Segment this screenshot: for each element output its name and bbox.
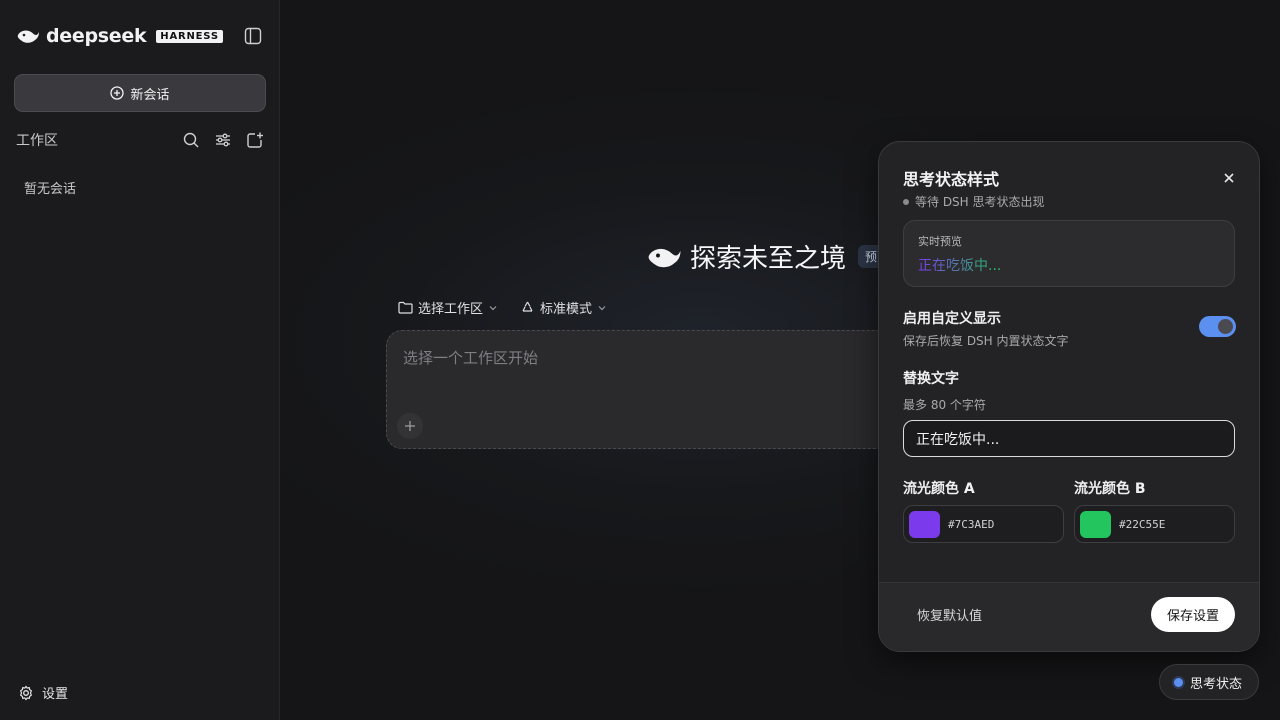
sidebar-toggle-icon[interactable]	[244, 27, 262, 45]
color-b-label: 流光颜色 B	[1074, 481, 1146, 497]
thinking-style-panel: 思考状态样式 等待 DSH 思考状态出现 实时预览 正在吃饭中... 启用自定义…	[878, 141, 1260, 652]
preview-text: 正在吃饭中...	[918, 255, 1001, 275]
recycle-icon	[522, 301, 533, 312]
custom-display-toggle[interactable]	[1199, 316, 1236, 337]
panel-status-text: 等待 DSH 思考状态出现	[915, 195, 1045, 209]
color-b-swatch[interactable]	[1080, 510, 1111, 538]
whale-logo-icon	[648, 248, 681, 267]
custom-display-title: 启用自定义显示	[903, 311, 1001, 327]
settings-button[interactable]: 设置	[18, 683, 68, 702]
search-icon[interactable]	[182, 131, 200, 149]
brand-name: deepseek	[46, 25, 147, 47]
status-dot	[903, 198, 909, 205]
chevron-down-icon	[598, 305, 606, 310]
workspace-select-label: 选择工作区	[418, 302, 484, 317]
hero-title: 探索未至之境	[690, 244, 847, 274]
panel-footer: 恢复默认值 保存设置	[879, 583, 1259, 651]
replace-text-input[interactable]	[903, 420, 1235, 457]
app-window: deepseek HARNESS 新会话 工作区 暂无会话 设置 探索未至之境 …	[0, 0, 1280, 720]
custom-display-desc: 保存后恢复 DSH 内置状态文字	[903, 334, 1069, 348]
reset-defaults-button[interactable]: 恢复默认值	[917, 605, 982, 624]
save-settings-button[interactable]: 保存设置	[1151, 597, 1235, 632]
mode-select[interactable]: 标准模式	[520, 298, 607, 317]
workspace-header: 工作区	[16, 128, 264, 152]
plus-icon	[405, 421, 415, 431]
new-folder-icon[interactable]	[246, 131, 264, 149]
hero: 探索未至之境 预览	[646, 238, 897, 275]
color-b-value: #22C55E	[1119, 517, 1166, 531]
toggle-knob	[1218, 319, 1233, 334]
live-preview-box: 实时预览 正在吃饭中...	[903, 220, 1235, 287]
preview-label: 实时预览	[918, 235, 962, 248]
color-b-field[interactable]: #22C55E	[1074, 505, 1235, 543]
new-chat-button[interactable]: 新会话	[14, 74, 266, 112]
brand-badge: HARNESS	[156, 29, 223, 43]
new-chat-label: 新会话	[130, 87, 170, 103]
attach-plus-button[interactable]	[397, 413, 423, 439]
gear-icon	[19, 685, 33, 700]
workspace-select[interactable]: 选择工作区	[398, 298, 498, 317]
color-a-swatch[interactable]	[909, 510, 940, 538]
replace-text-desc: 最多 80 个字符	[903, 398, 986, 412]
status-indicator-dot	[1174, 677, 1183, 687]
whale-logo-icon	[17, 30, 39, 43]
replace-text-title: 替换文字	[903, 371, 959, 387]
color-a-value: #7C3AED	[948, 517, 995, 531]
empty-sessions-text: 暂无会话	[24, 182, 77, 197]
panel-status: 等待 DSH 思考状态出现	[903, 193, 1045, 210]
brand: deepseek HARNESS	[16, 24, 223, 48]
composer-input[interactable]: 选择一个工作区开始	[403, 347, 538, 368]
mode-select-label: 标准模式	[540, 302, 593, 317]
thinking-status-label: 思考状态	[1190, 676, 1243, 692]
plus-circle-icon	[110, 86, 125, 100]
thinking-status-button[interactable]: 思考状态	[1159, 664, 1259, 700]
chevron-down-icon	[489, 305, 497, 310]
color-a-label: 流光颜色 A	[903, 481, 975, 497]
settings-label: 设置	[42, 687, 69, 702]
close-icon[interactable]	[1221, 170, 1237, 186]
color-a-field[interactable]: #7C3AED	[903, 505, 1064, 543]
folder-icon	[398, 301, 413, 314]
sliders-icon[interactable]	[214, 131, 232, 149]
sidebar: deepseek HARNESS 新会话 工作区 暂无会话 设置	[0, 0, 280, 720]
workspace-label: 工作区	[16, 133, 58, 149]
panel-title: 思考状态样式	[903, 170, 1000, 189]
composer-options: 选择工作区 标准模式	[398, 298, 607, 317]
